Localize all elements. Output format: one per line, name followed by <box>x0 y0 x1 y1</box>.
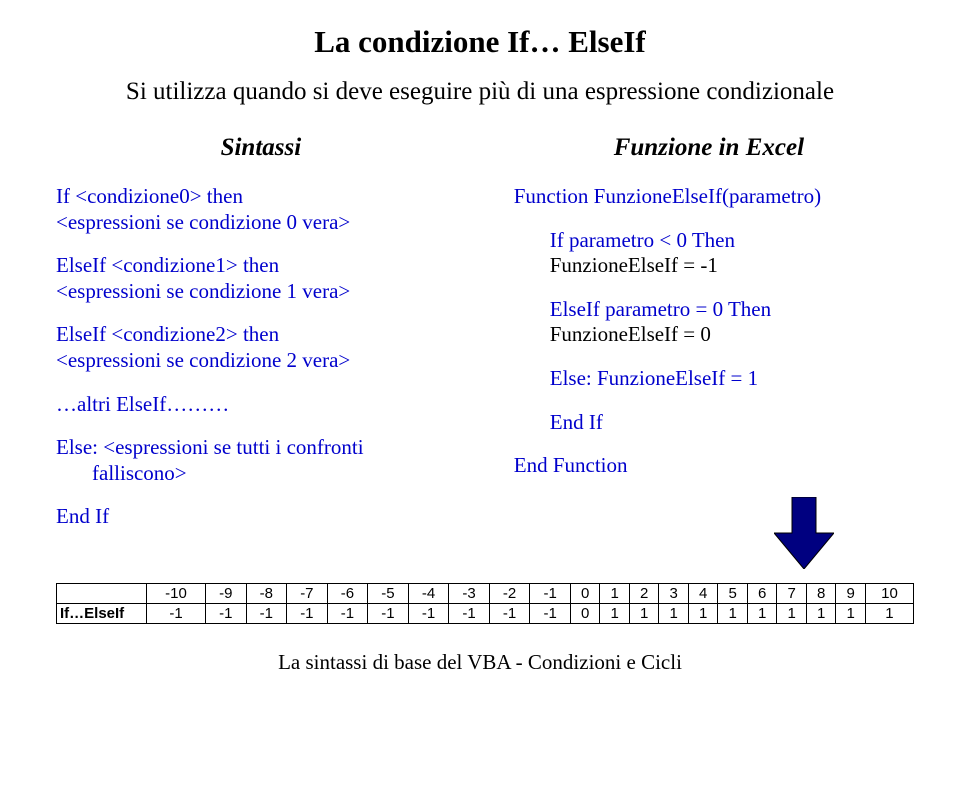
cell: 1 <box>836 603 866 623</box>
col-header: 10 <box>865 583 913 603</box>
excel-endfn: End Function <box>514 453 904 479</box>
syntax-if-then: If <condizione0> then <box>56 184 466 210</box>
excel-elif-body: FunzioneElseIf = 0 <box>550 322 904 348</box>
excel-endif: End If <box>550 410 904 436</box>
col-header: 8 <box>806 583 836 603</box>
table-row: If…ElseIf -1 -1 -1 -1 -1 -1 -1 -1 -1 -1 … <box>57 603 914 623</box>
col-header: 6 <box>747 583 777 603</box>
col-header: 4 <box>688 583 718 603</box>
cell: -1 <box>206 603 247 623</box>
cell: -1 <box>489 603 530 623</box>
result-table-wrap: -10 -9 -8 -7 -6 -5 -4 -3 -2 -1 0 1 2 3 4… <box>56 583 904 624</box>
syntax-else-l1: <espressioni se tutti i confronti <box>98 435 364 459</box>
syntax-if: If <condizione0> then <espressioni se co… <box>56 184 466 235</box>
cell: 0 <box>570 603 600 623</box>
table-header-row: -10 -9 -8 -7 -6 -5 -4 -3 -2 -1 0 1 2 3 4… <box>57 583 914 603</box>
columns: Sintassi If <condizione0> then <espressi… <box>56 134 904 569</box>
excel-fn-decl: Function FunzioneElseIf(parametro) <box>514 184 904 210</box>
col-header: -9 <box>206 583 247 603</box>
page-subtitle: Si utilizza quando si deve eseguire più … <box>56 78 904 106</box>
col-header: -1 <box>530 583 571 603</box>
col-header: -4 <box>408 583 449 603</box>
row-label: If…ElseIf <box>57 603 147 623</box>
col-header: 2 <box>629 583 659 603</box>
table-stub <box>57 583 147 603</box>
cell: -1 <box>408 603 449 623</box>
syntax-elif2: ElseIf <condizione2> then <espressioni s… <box>56 322 466 373</box>
syntax-other-elif: …altri ElseIf……… <box>56 392 466 418</box>
excel-elif-then: ElseIf parametro = 0 Then <box>550 297 904 323</box>
col-header: -8 <box>246 583 287 603</box>
syntax-if-body: <espressioni se condizione 0 vera> <box>56 210 466 236</box>
col-header: 7 <box>777 583 807 603</box>
excel-elif-block: ElseIf parametro = 0 Then FunzioneElseIf… <box>550 297 904 348</box>
col-header: -6 <box>327 583 368 603</box>
syntax-elif2-body: <espressioni se condizione 2 vera> <box>56 348 466 374</box>
cell: 1 <box>718 603 748 623</box>
col-header: 5 <box>718 583 748 603</box>
result-table: -10 -9 -8 -7 -6 -5 -4 -3 -2 -1 0 1 2 3 4… <box>56 583 914 624</box>
excel-if-then: If parametro < 0 Then <box>550 228 904 254</box>
col-header: 9 <box>836 583 866 603</box>
page-footer: La sintassi di base del VBA - Condizioni… <box>56 650 904 675</box>
col-header: -3 <box>449 583 490 603</box>
cell: 1 <box>806 603 836 623</box>
excel-if-body: FunzioneElseIf = -1 <box>550 253 904 279</box>
syntax-else-kw: Else: <box>56 435 98 459</box>
col-header: 1 <box>600 583 630 603</box>
cell: -1 <box>530 603 571 623</box>
syntax-elif1-then: ElseIf <condizione1> then <box>56 253 466 279</box>
col-header: 0 <box>570 583 600 603</box>
cell: -1 <box>246 603 287 623</box>
excel-else-line: Else: FunzioneElseIf = 1 <box>550 366 904 392</box>
excel-column: Funzione in Excel Function FunzioneElseI… <box>514 134 904 569</box>
syntax-elif1-body: <espressioni se condizione 1 vera> <box>56 279 466 305</box>
excel-if-block: If parametro < 0 Then FunzioneElseIf = -… <box>550 228 904 279</box>
col-header: -7 <box>287 583 328 603</box>
cell: -1 <box>287 603 328 623</box>
cell: -1 <box>327 603 368 623</box>
syntax-endif: End If <box>56 504 466 530</box>
cell: 1 <box>600 603 630 623</box>
cell: 1 <box>659 603 689 623</box>
cell: 1 <box>747 603 777 623</box>
syntax-header: Sintassi <box>56 134 466 162</box>
cell: -1 <box>147 603 206 623</box>
syntax-column: Sintassi If <condizione0> then <espressi… <box>56 134 466 569</box>
cell: 1 <box>629 603 659 623</box>
cell: -1 <box>449 603 490 623</box>
col-header: -10 <box>147 583 206 603</box>
page: La condizione If… ElseIf Si utilizza qua… <box>0 0 960 675</box>
syntax-elif1: ElseIf <condizione1> then <espressioni s… <box>56 253 466 304</box>
cell: 1 <box>688 603 718 623</box>
col-header: 3 <box>659 583 689 603</box>
col-header: -5 <box>368 583 409 603</box>
cell: -1 <box>368 603 409 623</box>
excel-header: Funzione in Excel <box>514 134 904 162</box>
syntax-elif2-then: ElseIf <condizione2> then <box>56 322 466 348</box>
syntax-else: Else: <espressioni se tutti i confronti … <box>56 435 466 486</box>
syntax-else-l2: falliscono> <box>92 461 466 487</box>
arrow-down-icon <box>774 497 904 569</box>
col-header: -2 <box>489 583 530 603</box>
cell: 1 <box>777 603 807 623</box>
cell: 1 <box>865 603 913 623</box>
page-title: La condizione If… ElseIf <box>56 24 904 60</box>
